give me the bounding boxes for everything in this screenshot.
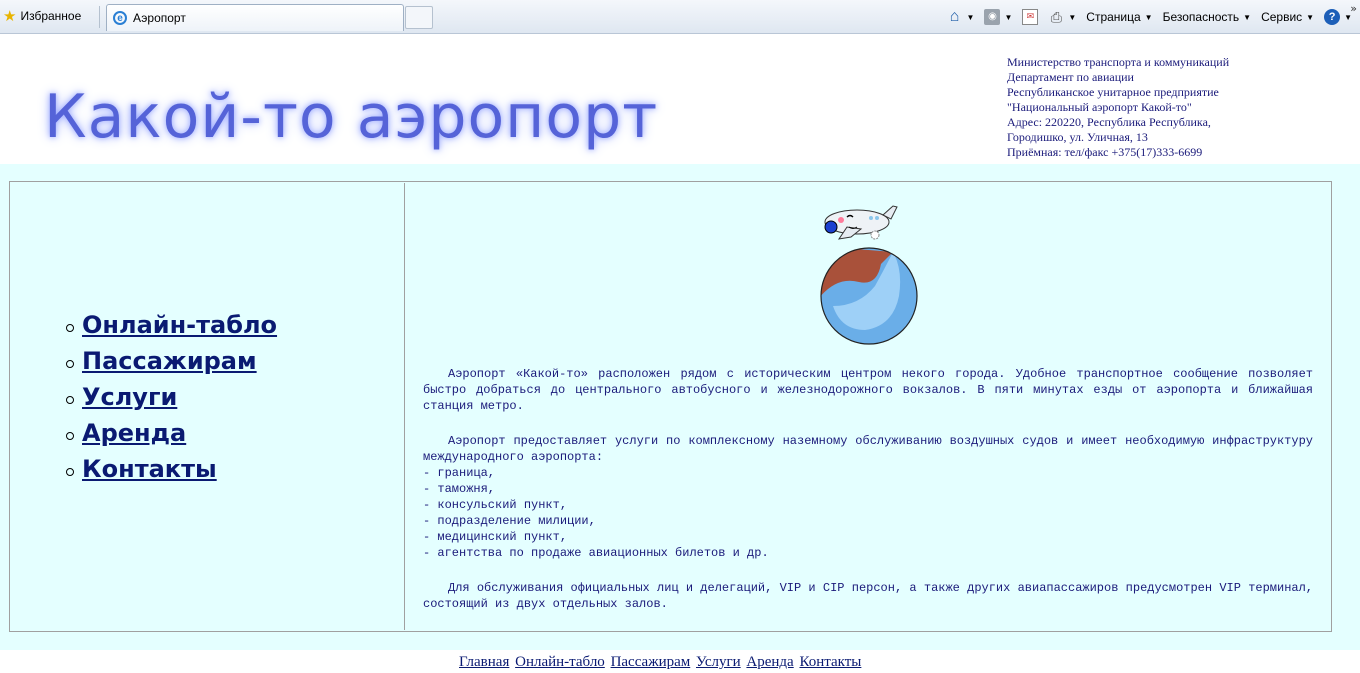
ministry-line: "Национальный аэропорт Какой-то" (1007, 100, 1192, 114)
nav-item: Онлайн-табло (66, 307, 277, 343)
ministry-line: Городишко, ул. Уличная, 13 (1007, 130, 1148, 144)
content-text: Аэропорт «Какой-то» расположен рядом с и… (423, 366, 1313, 631)
footer-link-passengers[interactable]: Пассажирам (611, 654, 691, 670)
ministry-info: Министерство транспорта и коммуникаций Д… (1007, 55, 1229, 160)
nav-link-passengers[interactable]: Пассажирам (82, 347, 257, 375)
home-button[interactable]: ⌂ ▼ (947, 9, 975, 25)
nav-item: Пассажирам (66, 343, 277, 379)
list-item: - медицинский пункт, (423, 530, 568, 544)
paragraph-location: Аэропорт «Какой-то» расположен рядом с и… (423, 367, 1313, 413)
command-bar: ⌂ ▼ ◉ ▼ ✉ ⎙ ▼ Страница ▼ Безопасность ▼ Серви… (937, 6, 1352, 28)
feeds-button[interactable]: ◉ ▼ (984, 9, 1012, 25)
main-nav: Онлайн-табло Пассажирам Услуги Аренда Ко… (66, 307, 277, 487)
paragraph-vip: Для обслуживания официальных лиц и делег… (423, 581, 1313, 611)
page-menu-label: Страница (1086, 10, 1141, 24)
footer-link-rent[interactable]: Аренда (746, 654, 793, 670)
circle-bullet-icon (66, 360, 74, 368)
new-tab-button[interactable] (405, 6, 433, 29)
help-icon: ? (1324, 9, 1341, 25)
globe-icon (820, 247, 918, 345)
home-icon: ⌂ (949, 8, 960, 25)
nav-link-services[interactable]: Услуги (82, 383, 177, 411)
nav-link-contacts[interactable]: Контакты (82, 455, 217, 483)
list-item: - граница, (423, 466, 496, 480)
footer-link-services[interactable]: Услуги (696, 654, 741, 670)
circle-bullet-icon (66, 468, 74, 476)
browser-toolbar: ★ Избранное e Аэропорт ⌂ ▼ ◉ ▼ ✉ ⎙ ▼ Страни… (0, 0, 1360, 34)
circle-bullet-icon (66, 432, 74, 440)
tools-menu[interactable]: Сервис ▼ (1261, 10, 1314, 24)
list-item: - консульский пункт, (423, 498, 568, 512)
site-footer: Главная Онлайн-табло Пассажирам Услуги А… (0, 650, 1360, 673)
services-block: Аэропорт предоставляет услуги по комплек… (423, 433, 1313, 561)
tab-title: Аэропорт (133, 11, 186, 25)
list-item: - агентства по продаже авиационных билет… (423, 546, 769, 560)
home-dropdown-icon[interactable]: ▼ (967, 13, 975, 22)
ministry-line: Министерство транспорта и коммуникаций (1007, 55, 1230, 69)
print-button[interactable]: ⎙ ▼ (1048, 9, 1077, 25)
footer-link-contacts[interactable]: Контакты (799, 654, 861, 670)
ministry-line: Адрес: 220220, Республика Республика, (1007, 115, 1211, 129)
nav-item: Услуги (66, 379, 277, 415)
paragraph-services-intro: Аэропорт предоставляет услуги по комплек… (423, 434, 1313, 464)
nav-item: Аренда (66, 415, 277, 451)
printer-icon: ⎙ (1050, 9, 1062, 25)
footer-nav: Главная Онлайн-табло Пассажирам Услуги А… (458, 654, 862, 671)
circle-bullet-icon (66, 396, 74, 404)
print-dropdown-icon[interactable]: ▼ (1068, 13, 1076, 22)
chevron-down-icon: ▼ (1144, 12, 1153, 22)
page-menu[interactable]: Страница ▼ (1086, 10, 1152, 24)
ministry-line: Республиканское унитарное предприятие (1007, 85, 1219, 99)
content-column: Аэропорт «Какой-то» расположен рядом с и… (407, 183, 1330, 630)
nav-item: Контакты (66, 451, 277, 487)
chevron-down-icon: ▼ (1243, 12, 1252, 22)
services-list: - граница, - таможня, - консульский пунк… (423, 465, 1313, 561)
site-title: Какой-то аэропорт (44, 82, 659, 152)
site-header: Какой-то аэропорт Министерство транспорт… (0, 36, 1360, 164)
safety-menu-label: Безопасность (1162, 10, 1240, 24)
nav-link-online-board[interactable]: Онлайн-табло (82, 311, 277, 339)
favorites-button[interactable]: ★ Избранное (3, 6, 81, 26)
feeds-dropdown-icon[interactable]: ▼ (1004, 13, 1012, 22)
safety-menu[interactable]: Безопасность ▼ (1163, 10, 1251, 24)
nav-link-rent[interactable]: Аренда (82, 419, 186, 447)
ministry-line: Приёмная: тел/факс +375(17)333-6699 (1007, 145, 1203, 159)
mail-icon: ✉ (1022, 9, 1039, 25)
ministry-line: Департамент по авиации (1007, 70, 1134, 84)
main-area: Онлайн-табло Пассажирам Услуги Аренда Ко… (0, 164, 1360, 650)
footer-link-online-board[interactable]: Онлайн-табло (515, 654, 605, 670)
airplane-icon (824, 205, 898, 240)
star-icon: ★ (3, 7, 17, 25)
chevron-down-icon: ▼ (1306, 12, 1315, 22)
overflow-chevron-icon[interactable]: » (1350, 2, 1357, 15)
tab-airport[interactable]: e Аэропорт (106, 4, 404, 31)
nav-column: Онлайн-табло Пассажирам Услуги Аренда Ко… (11, 183, 405, 630)
circle-bullet-icon (66, 324, 74, 332)
list-item: - таможня, (423, 482, 496, 496)
rss-icon: ◉ (984, 9, 1001, 25)
favorites-label: Избранное (20, 9, 82, 23)
help-button[interactable]: ? ▼ (1324, 9, 1352, 25)
tools-menu-label: Сервис (1261, 10, 1303, 24)
mail-button[interactable]: ✉ (1022, 9, 1039, 25)
list-item: - подразделение милиции, (423, 514, 596, 528)
footer-link-home[interactable]: Главная (459, 654, 509, 670)
toolbar-divider (99, 6, 100, 28)
ie-page-icon: e (113, 11, 127, 25)
